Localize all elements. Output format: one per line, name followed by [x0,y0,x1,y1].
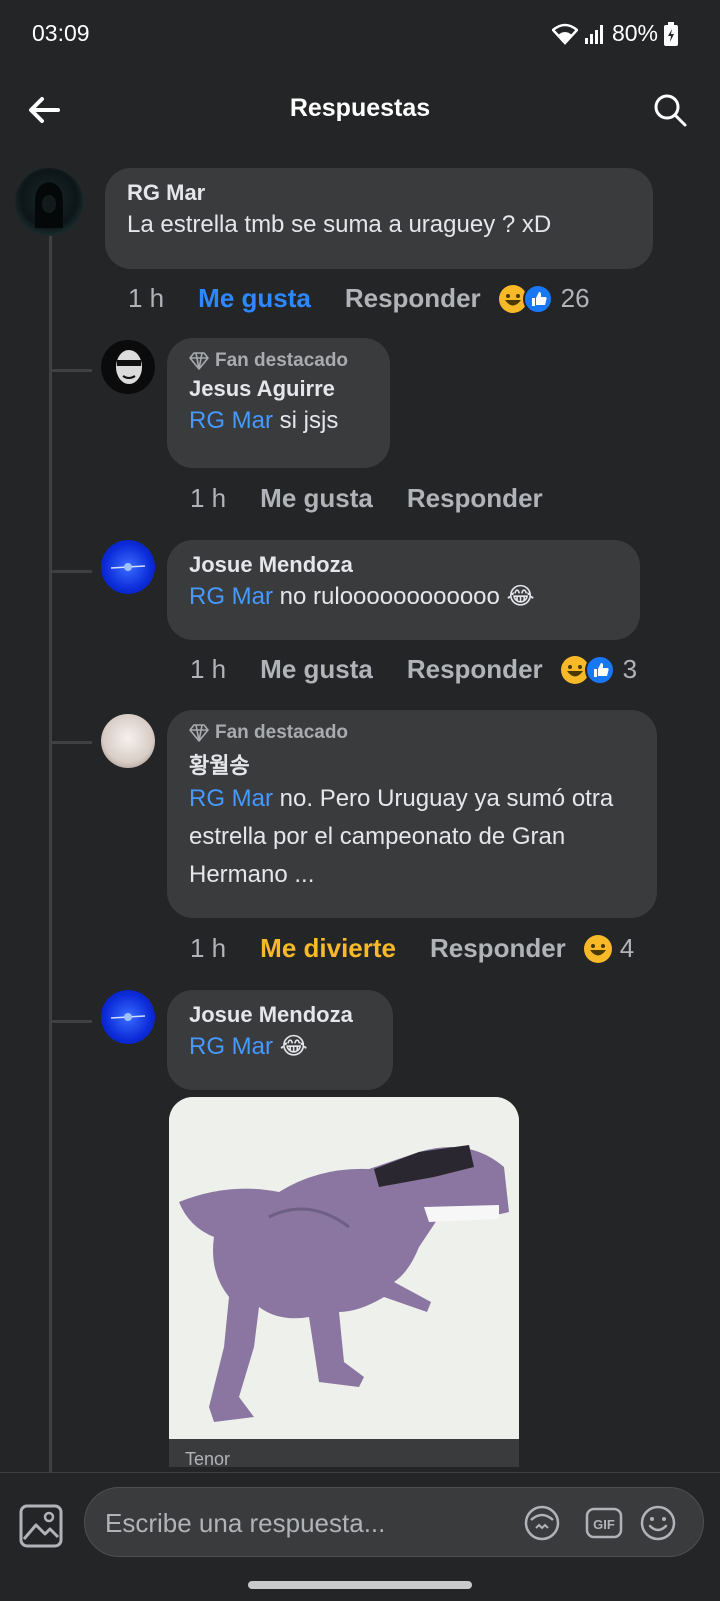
reply-composer[interactable]: GIF [84,1487,704,1558]
reaction-count: 26 [560,283,590,313]
comment-bubble[interactable]: RG Mar La estrella tmb se suma a uraguey… [105,168,653,269]
haha-reaction-icon [583,934,612,963]
mention-link[interactable]: RG Mar [189,407,273,434]
mention-link[interactable]: RG Mar [189,583,273,610]
avatar[interactable] [101,540,155,594]
avatar[interactable] [101,340,155,394]
status-time: 03:09 [32,20,90,46]
home-indicator[interactable] [248,1581,472,1589]
comment-text: no ruloooooooooooo 😂 [279,583,535,610]
comment-author[interactable]: Josue Mendoza [189,552,618,578]
reply-input[interactable] [103,1488,507,1558]
page-title: Respuestas [289,94,431,122]
emoji-icon[interactable] [639,1504,677,1542]
reactions-summary[interactable]: 4 [583,933,635,964]
thread-branch [52,1020,92,1023]
search-icon[interactable] [650,90,690,130]
comment-text-line: RG Mar no. Pero Uruguay ya sumó otra est… [189,780,635,894]
comment-time: 1 h [190,654,227,684]
comment-author[interactable]: RG Mar [127,180,631,206]
dinosaur-gif-image [169,1097,519,1442]
reply-button[interactable]: Responder [407,654,543,685]
badge-label: Fan destacado [215,722,349,743]
top-fan-badge: Fan destacado [189,350,368,372]
avatar-sticker-icon[interactable] [523,1504,561,1542]
reactions-summary[interactable]: 3 [560,654,638,685]
comment-author[interactable]: Jesus Aguirre [189,376,368,402]
avatar-masked-face [116,350,142,384]
comment-actions: 1 h Me gusta Responder 26 [128,283,590,314]
comment-author[interactable]: 황월송 [189,748,635,780]
badge-label: Fan destacado [215,350,349,371]
like-reaction-icon [522,283,553,314]
status-bar: 03:09 80% [0,0,720,70]
reactions-summary[interactable]: 26 [498,283,590,314]
reaction-count: 3 [622,654,638,684]
top-fan-badge: Fan destacado [189,722,635,744]
avatar[interactable] [15,168,83,236]
avatar-blue-image [110,563,146,571]
comment-time: 1 h [128,283,165,313]
battery-percent: 80% [611,20,658,46]
gif-provider: Tenor [169,1439,519,1467]
avatar-hooded-figure [35,182,63,228]
like-button[interactable]: Me gusta [260,654,373,685]
battery-icon [664,21,678,46]
thread-branch [52,369,92,372]
composer-bar: GIF [0,1472,720,1601]
mention-link[interactable]: RG Mar [189,1033,273,1060]
avatar[interactable] [101,714,155,768]
comment-actions: 1 h Me gusta Responder 3 [190,654,637,685]
comment-text: La estrella tmb se suma a uraguey ? xD [127,211,552,238]
comment-text-line: RG Mar si jsjs [189,402,368,440]
avatar-blue-image [110,1013,146,1021]
wifi-icon [551,23,578,45]
reply-button[interactable]: Responder [345,283,481,314]
reply-button[interactable]: Responder [430,933,566,964]
gif-attachment[interactable]: Tenor [169,1097,519,1467]
avatar[interactable] [101,990,155,1044]
comment-text: si jsjs [279,407,339,434]
svg-text:GIF: GIF [593,1517,615,1532]
thread-branch [52,570,92,573]
haha-reaction-button[interactable]: Me divierte [260,933,396,964]
thread-branch [52,741,92,744]
diamond-icon [189,724,209,742]
reaction-count: 4 [619,933,635,963]
thread-line [49,232,52,1472]
comment-time: 1 h [190,483,227,513]
comment-bubble[interactable]: Fan destacado Jesus Aguirre RG Mar si js… [167,338,390,468]
comment-bubble[interactable]: Fan destacado 황월송 RG Mar no. Pero Urugua… [167,710,657,918]
comment-actions: 1 h Me gusta Responder [190,483,561,514]
comment-bubble[interactable]: Josue Mendoza RG Mar 😂 [167,990,393,1090]
photo-icon[interactable] [18,1503,64,1549]
like-reaction-icon [584,654,615,685]
comment-text-line: RG Mar no ruloooooooooooo 😂 [189,578,618,616]
reply-button[interactable]: Responder [407,483,543,514]
comment-time: 1 h [190,933,227,963]
top-bar: Respuestas [0,70,720,150]
comment-text-line: RG Mar 😂 [189,1028,371,1066]
comment-actions: 1 h Me divierte Responder 4 [190,933,634,964]
status-right: 80% [551,20,678,47]
gif-icon[interactable]: GIF [585,1504,623,1542]
signal-icon [584,24,603,44]
comment-text: 😂 [279,1033,308,1060]
comment-bubble[interactable]: Josue Mendoza RG Mar no ruloooooooooooo … [167,540,640,640]
like-button[interactable]: Me gusta [198,283,311,314]
like-button[interactable]: Me gusta [260,483,373,514]
mention-link[interactable]: RG Mar [189,785,273,812]
comment-author[interactable]: Josue Mendoza [189,1002,371,1028]
diamond-icon [189,352,209,370]
